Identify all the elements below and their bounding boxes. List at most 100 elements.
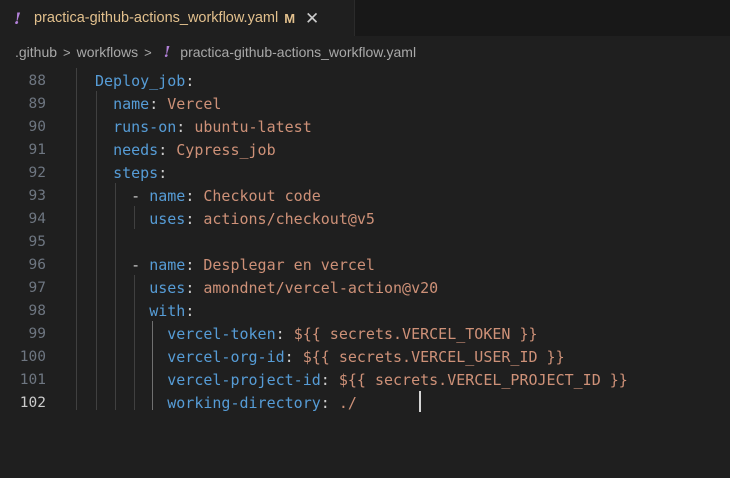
yaml-key: runs-on [113,118,177,136]
line-number: 98 [28,303,46,319]
yaml-value: Vercel [167,95,222,113]
yaml-value: actions/checkout@v5 [203,210,375,228]
yaml-separator: : [185,302,195,320]
line-number: 96 [28,257,46,273]
tab-title[interactable]: practica-github-actions_workflow.yaml [34,10,278,26]
yaml-separator: : [176,118,195,136]
modified-indicator: M [284,10,296,26]
code-line[interactable]: 95 [0,231,730,254]
breadcrumb-item-file[interactable]: practica-github-actions_workflow.yaml [180,44,416,60]
yaml-separator: : [158,141,177,159]
yaml-file-icon: ! [14,8,22,28]
yaml-key: needs [113,141,159,159]
yaml-key: vercel-org-id [167,348,285,366]
yaml-key: steps [113,164,159,182]
code-line[interactable]: 96 - name: Desplegar en vercel [0,254,730,277]
code-line[interactable]: 101 vercel-project-id: ${{ secrets.VERCE… [0,369,730,392]
code-line[interactable]: 89 name: Vercel [0,93,730,116]
code-line[interactable]: 97 uses: amondnet/vercel-action@v20 [0,277,730,300]
yaml-file-icon: ! [163,43,171,61]
yaml-separator: : [185,187,204,205]
code-line[interactable]: 90 runs-on: ubuntu-latest [0,116,730,139]
yaml-separator: : [185,256,204,274]
yaml-key: name [113,95,150,113]
code-text: steps: [95,162,167,185]
yaml-key: uses [149,210,186,228]
yaml-key: with [149,302,186,320]
yaml-value: ${{ secrets.VERCEL_USER_ID }} [302,348,565,366]
code-editor[interactable]: 88 Deploy_job: 89 name: Vercel 90 runs-on: … [0,68,730,478]
yaml-separator: : [284,348,303,366]
line-number: 90 [28,119,46,135]
yaml-key: vercel-token [167,325,276,343]
code-indent: - [95,187,150,205]
code-line[interactable]: 91 needs: Cypress_job [0,139,730,162]
yaml-separator: : [185,210,204,228]
breadcrumb: .github > workflows > ! practica-github-… [0,36,730,68]
code-indent: - [95,256,150,274]
yaml-value: ubuntu-latest [194,118,312,136]
code-line[interactable]: 94 uses: actions/checkout@v5 [0,208,730,231]
line-number: 97 [28,280,46,296]
yaml-value: ${{ secrets.VERCEL_TOKEN }} [293,325,538,343]
text-cursor [419,391,421,412]
code-text: needs: Cypress_job [95,139,276,162]
line-number: 95 [28,234,46,250]
code-text: uses: actions/checkout@v5 [95,208,375,231]
chevron-right-icon: > [144,44,152,60]
yaml-key: name [149,187,186,205]
code-text: with: [95,300,194,323]
code-text: runs-on: ubuntu-latest [95,116,312,139]
yaml-value: Desplegar en vercel [203,256,375,274]
code-text: uses: amondnet/vercel-action@v20 [95,277,438,300]
line-number: 93 [28,188,46,204]
tab-bar: ! practica-github-actions_workflow.yaml … [0,0,730,36]
breadcrumb-item-github[interactable]: .github [15,44,57,60]
code-line[interactable]: 88 Deploy_job: [0,70,730,93]
yaml-separator: : [320,371,339,389]
yaml-separator: : [158,164,168,182]
yaml-value: ${{ secrets.VERCEL_PROJECT_ID }} [338,371,628,389]
code-line[interactable]: 100 vercel-org-id: ${{ secrets.VERCEL_US… [0,346,730,369]
line-number: 102 [19,395,46,411]
code-text: Deploy_job: [95,70,194,93]
yaml-value: ./ [338,394,357,412]
code-line[interactable]: 98 with: [0,300,730,323]
code-line[interactable]: 99 vercel-token: ${{ secrets.VERCEL_TOKE… [0,323,730,346]
yaml-key: Deploy_job [95,72,186,90]
yaml-separator: : [320,394,339,412]
yaml-key: vercel-project-id [167,371,321,389]
code-text: working-directory: ./ [95,392,357,415]
yaml-separator: : [185,279,204,297]
breadcrumb-item-workflows[interactable]: workflows [77,44,138,60]
code-text: vercel-token: ${{ secrets.VERCEL_TOKEN }… [95,323,538,346]
code-text: - name: Desplegar en vercel [95,254,375,277]
code-line[interactable]: 92 steps: [0,162,730,185]
yaml-separator: : [149,95,168,113]
yaml-key: name [149,256,186,274]
line-number: 100 [19,349,46,365]
close-icon[interactable]: ✕ [305,10,319,27]
code-text: vercel-org-id: ${{ secrets.VERCEL_USER_I… [95,346,565,369]
yaml-key: working-directory [167,394,321,412]
editor-tab[interactable]: ! practica-github-actions_workflow.yaml … [0,0,355,36]
line-number: 91 [28,142,46,158]
yaml-separator: : [185,72,195,90]
chevron-right-icon: > [63,44,71,60]
line-number: 101 [19,372,46,388]
line-number: 94 [28,211,46,227]
code-line[interactable]: 93 - name: Checkout code [0,185,730,208]
yaml-separator: : [275,325,294,343]
code-text: name: Vercel [95,93,221,116]
code-line[interactable]: 102 working-directory: ./ [0,392,730,415]
